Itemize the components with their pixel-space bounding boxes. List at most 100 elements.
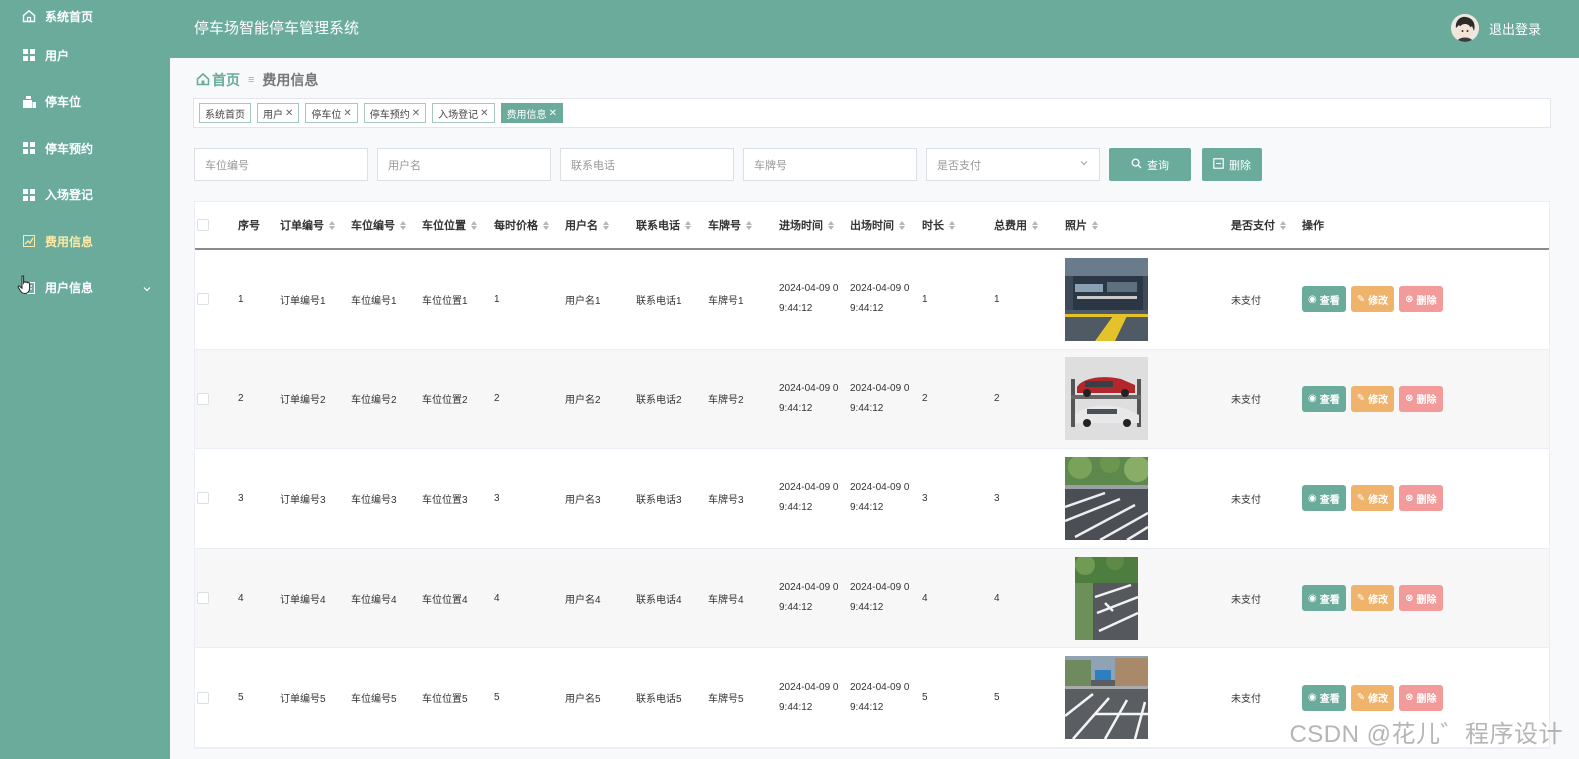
view-label: 查看 xyxy=(1319,694,1340,706)
delete-button[interactable]: ⊗ 删除 xyxy=(1399,585,1443,612)
cell-paid: 未支付 xyxy=(1231,594,1261,606)
header-duration-sortable[interactable]: 时长 xyxy=(922,202,955,248)
header-plate-sortable[interactable]: 车牌号 xyxy=(708,202,752,248)
delete-button[interactable]: ⊗ 删除 xyxy=(1399,485,1443,512)
paid-select[interactable]: 是否支付 xyxy=(926,148,1100,181)
username-input[interactable]: 用户名 xyxy=(377,148,551,181)
tag-entry[interactable]: 入场登记 ✕ xyxy=(432,103,495,123)
tag-users[interactable]: 用户 ✕ xyxy=(257,103,300,123)
header-space-no: 车位编号 xyxy=(351,220,395,232)
delete-button[interactable]: ⊗ 删除 xyxy=(1399,286,1443,313)
edit-button[interactable]: ✎ 修改 xyxy=(1350,585,1395,612)
header-total-sortable[interactable]: 总费用 xyxy=(994,202,1038,248)
cell-in-time: 2024-04-09 0 9:44:12 xyxy=(779,648,839,747)
edit-button[interactable]: ✎ 修改 xyxy=(1350,485,1395,512)
chart-icon xyxy=(22,234,36,248)
parking-photo[interactable] xyxy=(1065,456,1148,540)
edit-label: 修改 xyxy=(1368,395,1389,407)
close-icon[interactable]: ✕ xyxy=(549,108,557,119)
header-photo-sortable[interactable]: 照片 xyxy=(1065,202,1098,248)
edit-button[interactable]: ✎ 修改 xyxy=(1350,286,1395,313)
header-phone: 联系电话 xyxy=(636,220,680,232)
sidebar-item-entry[interactable]: 入场登记 xyxy=(0,172,170,219)
sort-icon xyxy=(746,220,752,230)
breadcrumb-home[interactable]: 首页 xyxy=(196,70,240,90)
in-time-line2: 9:44:12 xyxy=(779,303,813,315)
parking-photo[interactable] xyxy=(1065,656,1148,740)
close-icon[interactable]: ✕ xyxy=(343,108,351,119)
view-label: 查看 xyxy=(1319,494,1340,506)
eye-icon: ◉ xyxy=(1308,692,1317,704)
row-checkbox[interactable] xyxy=(197,293,209,306)
breadcrumb-current: 费用信息 xyxy=(262,72,319,88)
delete-button[interactable]: ⊗ 删除 xyxy=(1399,385,1443,412)
cell-paid: 未支付 xyxy=(1231,295,1261,307)
cell-plate: 车牌号4 xyxy=(708,594,744,606)
view-button[interactable]: ◉ 查看 xyxy=(1302,485,1346,512)
cell-in-time: 2024-04-09 0 9:44:12 xyxy=(779,250,839,349)
tag-home[interactable]: 系统首页 xyxy=(199,103,251,123)
cell-phone: 联系电话2 xyxy=(636,395,682,407)
cell-in-time: 2024-04-09 0 9:44:12 xyxy=(779,449,839,548)
parking-photo[interactable] xyxy=(1065,257,1148,341)
edit-button[interactable]: ✎ 修改 xyxy=(1350,385,1395,412)
in-time-line1: 2024-04-09 0 xyxy=(779,283,839,295)
space-no-input[interactable]: 车位编号 xyxy=(194,148,368,181)
header-space-loc-sortable[interactable]: 车位位置 xyxy=(422,202,477,248)
header-in-time-sortable[interactable]: 进场时间 xyxy=(779,202,834,248)
out-time-line1: 2024-04-09 0 xyxy=(850,681,910,693)
row-checkbox[interactable] xyxy=(197,592,209,605)
in-time-line1: 2024-04-09 0 xyxy=(779,681,839,693)
header-out-time-sortable[interactable]: 出场时间 xyxy=(850,202,905,248)
logout-label: 退出登录 xyxy=(1488,21,1541,37)
query-button[interactable]: 查询 xyxy=(1109,148,1191,181)
cell-space-loc: 车位位置5 xyxy=(422,694,468,706)
header-price-sortable[interactable]: 每时价格 xyxy=(494,202,549,248)
row-checkbox[interactable] xyxy=(197,492,209,505)
header-phone-sortable[interactable]: 联系电话 xyxy=(636,202,691,248)
row-checkbox[interactable] xyxy=(197,392,209,405)
close-icon[interactable]: ✕ xyxy=(412,108,420,119)
sidebar-item-fees[interactable]: 费用信息 xyxy=(0,218,170,265)
header-paid-sortable[interactable]: 是否支付 xyxy=(1231,202,1286,248)
sidebar-item-parking-space[interactable]: 停车位 xyxy=(0,79,170,126)
sidebar-item-users[interactable]: 用户 xyxy=(0,32,170,79)
select-all-checkbox[interactable] xyxy=(197,219,209,231)
tag-fees[interactable]: 费用信息 ✕ xyxy=(500,103,563,123)
sidebar-item-reservation[interactable]: 停车预约 xyxy=(0,125,170,172)
parking-photo[interactable] xyxy=(1075,556,1138,640)
header-username-sortable[interactable]: 用户名 xyxy=(565,202,609,248)
header-index: 序号 xyxy=(238,220,260,232)
edit-button[interactable]: ✎ 修改 xyxy=(1350,684,1395,711)
delete-label: 删除 xyxy=(1416,295,1437,307)
close-icon[interactable]: ✕ xyxy=(285,108,293,119)
parking-photo[interactable] xyxy=(1065,357,1148,441)
close-icon[interactable]: ✕ xyxy=(480,108,488,119)
plate-input[interactable]: 车牌号 xyxy=(743,148,917,181)
tag-reservation[interactable]: 停车预约 ✕ xyxy=(363,103,427,123)
logout-button[interactable]: 退出登录 xyxy=(1450,14,1541,42)
close-circle-icon: ⊗ xyxy=(1405,492,1414,504)
view-button[interactable]: ◉ 查看 xyxy=(1302,385,1346,412)
sidebar-item-label: 入场登记 xyxy=(45,188,94,203)
delete-button[interactable]: ⊗ 删除 xyxy=(1399,684,1443,711)
header-space-no-sortable[interactable]: 车位编号 xyxy=(351,202,406,248)
cell-phone: 联系电话1 xyxy=(636,295,682,307)
batch-delete-button[interactable]: 删除 xyxy=(1202,148,1262,181)
search-icon xyxy=(1131,158,1142,172)
phone-input[interactable]: 联系电话 xyxy=(560,148,734,181)
view-button[interactable]: ◉ 查看 xyxy=(1302,585,1346,612)
view-button[interactable]: ◉ 查看 xyxy=(1302,286,1346,313)
sidebar-item-home[interactable]: 系统首页 xyxy=(0,0,170,32)
view-label: 查看 xyxy=(1319,594,1340,606)
chevron-down-icon xyxy=(142,283,152,297)
tags-bar: 系统首页 用户 ✕ 停车位 ✕ 停车预约 ✕ 入场登记 ✕ 费用信息 ✕ xyxy=(193,98,1551,128)
tag-parking-space[interactable]: 停车位 ✕ xyxy=(305,103,358,123)
row-checkbox[interactable] xyxy=(197,691,209,704)
view-button[interactable]: ◉ 查看 xyxy=(1302,684,1346,711)
chevron-down-icon xyxy=(1079,158,1089,171)
header-order-no-sortable[interactable]: 订单编号 xyxy=(280,202,335,248)
edit-label: 修改 xyxy=(1368,494,1389,506)
cell-space-loc: 车位位置2 xyxy=(422,395,468,407)
edit-icon: ✎ xyxy=(1356,293,1366,305)
